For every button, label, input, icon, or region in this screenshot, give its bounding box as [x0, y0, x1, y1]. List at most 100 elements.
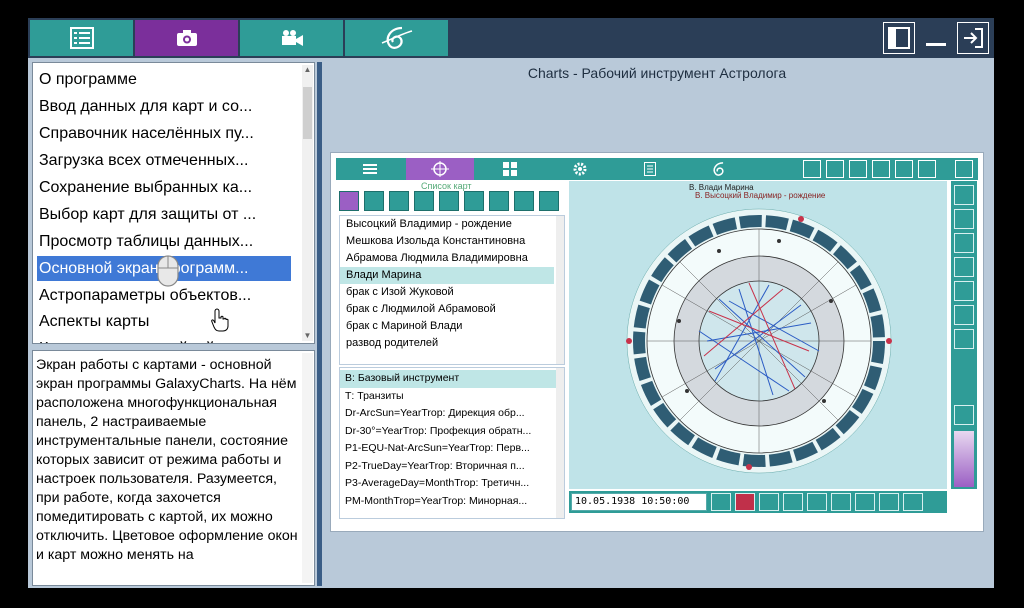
technique-list: В: Базовый инструмент Т: Транзиты Dr-Arc…: [339, 367, 565, 519]
chart-list-row: Мешкова Изольда Константиновна: [346, 235, 526, 247]
menu-scrollbar[interactable]: ▲ ▼: [302, 65, 313, 341]
menu-item[interactable]: О программе: [37, 67, 291, 92]
chart-list: Высоцкий Владимир - рождение Мешкова Изо…: [339, 215, 565, 365]
technique-row: Т: Транзиты: [345, 389, 404, 402]
bottom-tool-button: [855, 493, 875, 511]
technique-row: P3-AverageDay=MonthTrop: Третичн...: [345, 477, 530, 489]
inner-layout-button: [918, 160, 936, 178]
bottom-tool-button: [831, 493, 851, 511]
inner-layout-button: [826, 160, 844, 178]
menu-item[interactable]: Просмотр таблицы данных...: [37, 229, 291, 254]
inner-layout-button: [849, 160, 867, 178]
panel-toggle-icon: [888, 27, 910, 49]
side-tool-button: [954, 405, 974, 425]
chart-wheel-graphic: [626, 208, 892, 474]
menu-item[interactable]: Загрузка всех отмеченных...: [37, 148, 291, 173]
minimize-icon: [926, 43, 946, 46]
bottom-tool-button: [711, 493, 731, 511]
hand-pointer-icon: [211, 308, 229, 332]
natal-chart-wheel: В. Влади Марина В. Высоцкий Владимир - р…: [569, 181, 947, 489]
list-tool-button: [414, 191, 434, 211]
scroll-thumb[interactable]: [303, 87, 312, 139]
technique-row: P1-EQU-Nat-ArcSun=YearTrop: Перв...: [345, 442, 530, 454]
color-gradient-swatch: [954, 431, 974, 487]
inner-tab-doc: [616, 158, 684, 180]
list-tool-button: [539, 191, 559, 211]
chart-list-row: Абрамова Людмила Владимировна: [346, 252, 528, 264]
chart-list-row: брак с Изой Жуковой: [346, 286, 454, 298]
list-tool-button: [339, 191, 359, 211]
menu-item[interactable]: Аспекты карты: [37, 309, 291, 334]
preview-panel: Charts - Рабочий инструмент Астролога Сп…: [324, 62, 994, 588]
chart-bottom-toolbar: 10.05.1938 10:50:00: [569, 491, 947, 513]
zodiac-icon: [431, 161, 449, 177]
menu-item[interactable]: Сохранение выбранных ка...: [37, 175, 291, 200]
tab-logo[interactable]: [345, 20, 448, 56]
document-icon: [644, 162, 656, 176]
datetime-field: 10.05.1938 10:50:00: [571, 493, 707, 511]
side-tool-button: [954, 185, 974, 205]
tab-camera[interactable]: [135, 20, 238, 56]
help-topics-list[interactable]: О программе Ввод данных для карт и со...…: [32, 62, 315, 344]
list-tool-button: [364, 191, 384, 211]
chart-list-title: Список карт: [421, 181, 472, 191]
list-tool-button: [464, 191, 484, 211]
chart-list-toolbar: [339, 191, 565, 213]
exit-button[interactable]: [957, 22, 989, 54]
panel-toggle-button[interactable]: [883, 22, 915, 54]
tab-list[interactable]: [30, 20, 133, 56]
side-tool-button: [954, 329, 974, 349]
inner-tab-chart: [406, 158, 474, 180]
bottom-tool-button: [759, 493, 779, 511]
gear-icon: [573, 162, 587, 176]
video-camera-icon: [281, 30, 303, 46]
inner-exit-button: [955, 160, 973, 178]
list-tool-button: [389, 191, 409, 211]
inner-layout-button: [895, 160, 913, 178]
chart-side-toolbar: [951, 181, 977, 489]
topic-description-panel: Экран работы с картами - основной экран …: [32, 350, 315, 586]
side-tool-button: [954, 281, 974, 301]
scroll-up-icon[interactable]: ▲: [303, 65, 312, 75]
side-tool-button: [954, 257, 974, 277]
menu-item[interactable]: Ввод данных для карт и со...: [37, 94, 291, 119]
technique-row: Dr-30°=YearTrop: Профекция обратн...: [345, 424, 532, 437]
side-tool-button: [954, 305, 974, 325]
grid-icon: [503, 162, 517, 176]
app-window: О программе Ввод данных для карт и со...…: [28, 18, 994, 588]
chart-subject-label-2: В. Высоцкий Владимир - рождение: [695, 191, 826, 200]
chart-list-row: брак с Людмилой Абрамовой: [346, 303, 496, 315]
scroll-down-icon[interactable]: ▼: [303, 331, 312, 341]
bottom-tool-button: [735, 493, 755, 511]
inner-tab-logo: [686, 158, 754, 180]
list-tool-button: [514, 191, 534, 211]
menu-item[interactable]: Выбор карт для защиты от ...: [37, 202, 291, 227]
list-tool-button: [489, 191, 509, 211]
topic-description-text: Экран работы с картами - основной экран …: [36, 357, 298, 563]
camera-icon: [176, 30, 197, 46]
inner-grid-button: [803, 160, 821, 178]
technique-list-scrollbar: [556, 368, 564, 518]
side-tool-button: [954, 233, 974, 253]
technique-row: PM-MonthTrop=YearTrop: Минорная...: [345, 494, 528, 507]
exit-icon: [964, 28, 983, 48]
chart-list-scrollbar: [556, 216, 564, 364]
bottom-tool-button: [807, 493, 827, 511]
inner-layout-button: [872, 160, 890, 178]
screenshot-preview: Список карт Высоцкий Владимир - рождение…: [330, 152, 984, 532]
bottom-tool-button: [903, 493, 923, 511]
top-toolbar: [28, 18, 994, 58]
description-scrollbar[interactable]: [302, 353, 313, 583]
menu-item[interactable]: Справочник населённых пу...: [37, 121, 291, 146]
menu-item[interactable]: Кросс-аспекты двойной ка...: [37, 336, 291, 343]
panel-splitter[interactable]: [317, 62, 322, 586]
minimize-button[interactable]: [920, 22, 952, 54]
side-tool-button: [954, 209, 974, 229]
chart-list-row-selected: Влади Марина: [340, 267, 554, 284]
inner-tab-grid: [476, 158, 544, 180]
tab-video[interactable]: [240, 20, 343, 56]
inner-tab-list: [336, 158, 404, 180]
technique-row: Dr-ArcSun=YearTrop: Дирекция обр...: [345, 407, 525, 419]
mouse-icon: [157, 255, 179, 287]
galaxy-logo-icon: [381, 26, 412, 49]
